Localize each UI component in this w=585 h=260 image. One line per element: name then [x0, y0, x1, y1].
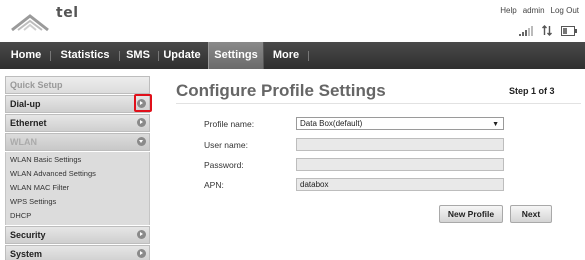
sidebar-subitem-wlan-mac-filter[interactable]: WLAN MAC Filter — [6, 181, 149, 195]
data-transfer-icon — [542, 25, 552, 36]
nav-divider — [308, 51, 309, 61]
nav-statistics[interactable]: Statistics — [57, 42, 113, 69]
expand-arrow-icon[interactable] — [137, 249, 146, 258]
profile-name-value: Data Box(default) — [300, 119, 363, 128]
sidebar-item-dialup[interactable]: Dial-up — [5, 94, 152, 113]
nav-settings[interactable]: Settings — [208, 42, 264, 69]
nav-update[interactable]: Update — [163, 42, 201, 69]
brand-logo: tel — [8, 4, 128, 40]
expand-arrow-icon[interactable] — [137, 230, 146, 239]
sidebar-item-label: System — [10, 249, 43, 259]
sidebar-item-wlan[interactable]: WLAN — [5, 133, 150, 151]
wlan-submenu: WLAN Basic Settings WLAN Advanced Settin… — [5, 152, 150, 225]
header: tel Help admin Log Out — [0, 0, 585, 42]
nav-divider — [158, 51, 159, 61]
title-divider — [176, 103, 581, 104]
sidebar: Quick Setup Dial-up Ethernet WLAN WLAN B… — [5, 76, 152, 260]
next-button[interactable]: Next — [510, 205, 552, 223]
nav-divider — [119, 51, 120, 61]
nav-divider — [50, 51, 51, 61]
sidebar-subitem-wps[interactable]: WPS Settings — [6, 195, 149, 209]
sidebar-item-ethernet[interactable]: Ethernet — [5, 114, 150, 132]
user-name: admin — [522, 6, 545, 15]
page-title: Configure Profile Settings — [176, 81, 386, 100]
sidebar-item-security[interactable]: Security — [5, 226, 150, 244]
sidebar-subitem-wlan-advanced[interactable]: WLAN Advanced Settings — [6, 167, 149, 181]
profile-name-select[interactable]: Data Box(default) ▼ — [296, 117, 504, 130]
password-field[interactable] — [296, 158, 504, 171]
sidebar-item-label: Ethernet — [10, 118, 47, 128]
profile-name-label: Profile name: — [204, 119, 255, 129]
sidebar-subitem-wlan-basic[interactable]: WLAN Basic Settings — [6, 153, 149, 167]
user-name-field[interactable] — [296, 138, 504, 151]
nav-sms[interactable]: SMS — [124, 42, 152, 69]
main-nav: Home Statistics SMS Update Settings More — [0, 42, 585, 69]
nav-more[interactable]: More — [270, 42, 302, 69]
signal-bars-icon — [519, 26, 533, 36]
battery-icon — [561, 26, 577, 36]
top-links: Help admin Log Out — [500, 6, 579, 15]
highlight-box — [134, 94, 152, 112]
sidebar-item-label: Quick Setup — [10, 80, 63, 90]
collapse-arrow-icon[interactable] — [137, 137, 146, 146]
sidebar-item-system[interactable]: System — [5, 245, 150, 260]
sidebar-item-label: Dial-up — [10, 99, 41, 109]
status-icons — [519, 24, 577, 36]
sidebar-item-quick-setup[interactable]: Quick Setup — [5, 76, 150, 94]
user-name-label: User name: — [204, 140, 248, 150]
brand-logo-text: tel — [56, 5, 79, 21]
new-profile-button[interactable]: New Profile — [439, 205, 503, 223]
password-label: Password: — [204, 160, 244, 170]
sidebar-subitem-dhcp[interactable]: DHCP — [6, 209, 149, 223]
step-indicator: Step 1 of 3 — [509, 86, 555, 96]
apn-field[interactable]: databox — [296, 178, 504, 191]
help-link[interactable]: Help — [500, 6, 516, 15]
logo-emblem-icon — [11, 14, 49, 32]
sidebar-item-label: Security — [10, 230, 46, 240]
logout-link[interactable]: Log Out — [551, 6, 579, 15]
expand-arrow-icon[interactable] — [137, 118, 146, 127]
nav-home[interactable]: Home — [8, 42, 44, 69]
apn-label: APN: — [204, 180, 224, 190]
dropdown-caret-icon: ▼ — [492, 121, 499, 128]
sidebar-item-label: WLAN — [10, 137, 37, 147]
